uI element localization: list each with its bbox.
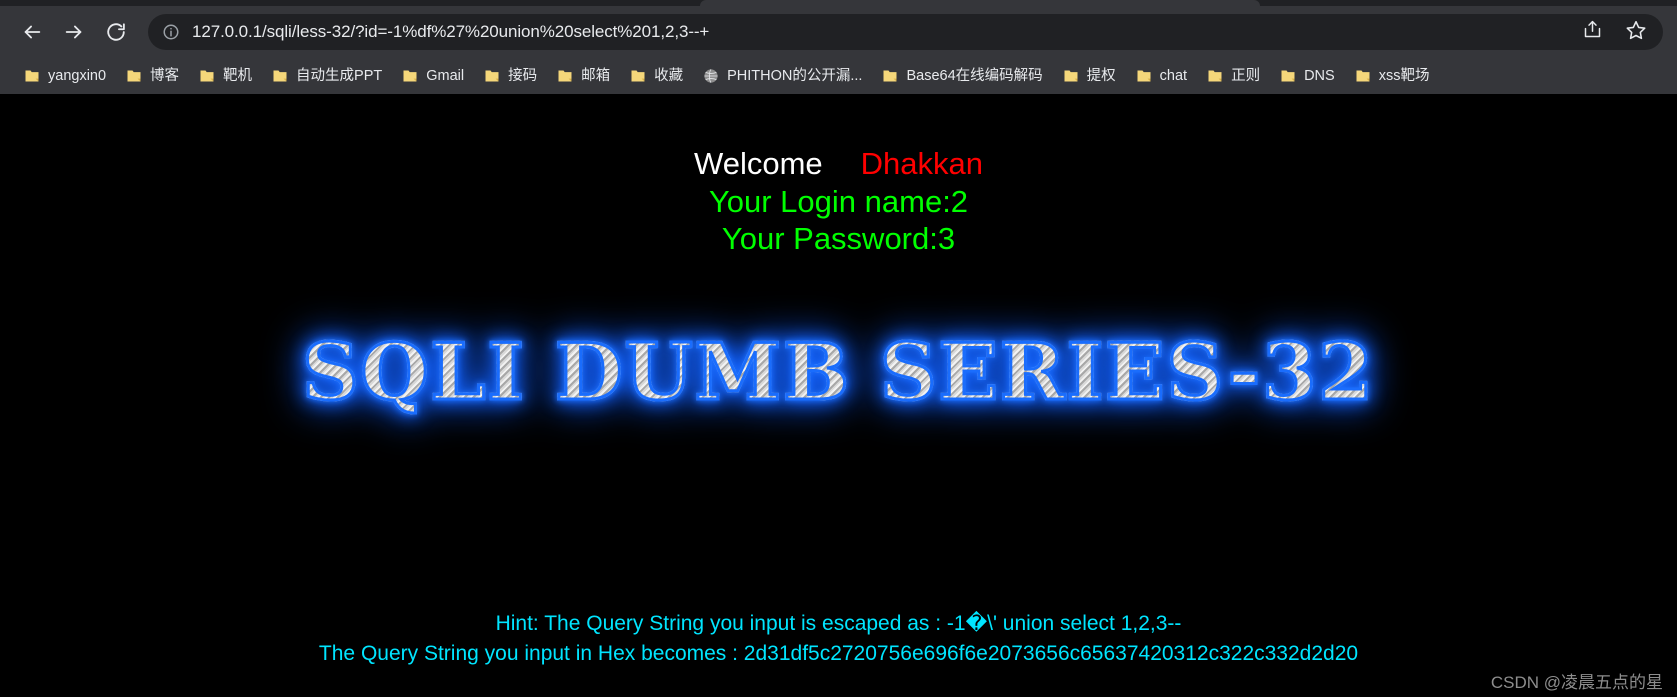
bookmark-label: 收藏 [654, 67, 684, 84]
browser-window: 127.0.0.1/sqli/less-32/?id=-1%df%27%20un… [0, 0, 1677, 697]
hint-block: Hint: The Query String you input is esca… [0, 609, 1677, 669]
reload-icon [105, 21, 127, 43]
bookmark-item[interactable]: 提权 [1053, 62, 1126, 90]
reload-button[interactable] [98, 14, 134, 50]
bookmark-label: 自动生成PPT [296, 67, 383, 84]
page-content: Welcome Dhakkan Your Login name:2 Your Pa… [0, 94, 1677, 697]
back-button[interactable] [14, 14, 50, 50]
welcome-user: Dhakkan [860, 146, 983, 181]
bookmark-label: 邮箱 [581, 67, 611, 84]
folder-icon [1355, 68, 1371, 84]
bookmark-label: DNS [1304, 67, 1335, 84]
hint-escaped-line: Hint: The Query String you input is esca… [495, 612, 1182, 636]
globe-icon [703, 68, 719, 84]
bookmark-item[interactable]: Base64在线编码解码 [872, 62, 1052, 90]
bookmark-item[interactable]: yangxin0 [14, 62, 116, 90]
folder-icon [24, 68, 40, 84]
folder-icon [1136, 68, 1152, 84]
folder-icon [557, 68, 573, 84]
bookmark-item[interactable]: 接码 [474, 62, 547, 90]
bookmark-label: PHITHON的公开漏... [727, 67, 863, 84]
welcome-row: Welcome Dhakkan [0, 146, 1677, 183]
bookmark-label: 靶机 [223, 67, 253, 84]
folder-icon [1207, 68, 1223, 84]
welcome-block: Welcome Dhakkan Your Login name:2 Your Pa… [0, 94, 1677, 257]
folder-icon [199, 68, 215, 84]
folder-icon [272, 68, 288, 84]
bookmark-label: chat [1159, 67, 1188, 84]
folder-icon [1280, 68, 1296, 84]
banner: SQLI DUMB SERIES-32 [0, 325, 1677, 437]
bookmark-label: Gmail [426, 67, 465, 84]
folder-icon [1063, 68, 1079, 84]
forward-button[interactable] [56, 14, 92, 50]
back-arrow-icon [21, 21, 43, 43]
bookmark-label: xss靶场 [1378, 67, 1430, 84]
bookmark-label: 接码 [508, 67, 538, 84]
tab-strip [0, 0, 1677, 6]
address-bar[interactable]: 127.0.0.1/sqli/less-32/?id=-1%df%27%20un… [148, 14, 1663, 50]
bookmark-item[interactable]: 博客 [116, 62, 189, 90]
bookmark-item[interactable]: Gmail [392, 62, 474, 90]
url-text[interactable]: 127.0.0.1/sqli/less-32/?id=-1%df%27%20un… [192, 22, 1570, 42]
password-line: Your Password:3 [721, 220, 956, 256]
bookmark-item[interactable]: 邮箱 [547, 62, 620, 90]
bookmark-label: 提权 [1086, 67, 1116, 84]
bookmark-item[interactable]: 靶机 [189, 62, 262, 90]
folder-icon [126, 68, 142, 84]
bookmark-star-icon[interactable] [1625, 19, 1647, 46]
bookmark-item[interactable]: chat [1126, 62, 1197, 90]
bookmark-label: 正则 [1231, 67, 1261, 84]
bookmark-item[interactable]: 正则 [1197, 62, 1270, 90]
site-info-icon[interactable] [162, 23, 180, 41]
login-name-line: Your Login name:2 [708, 183, 969, 219]
share-icon[interactable] [1582, 19, 1603, 45]
bookmark-item[interactable]: 自动生成PPT [262, 62, 392, 90]
folder-icon [402, 68, 418, 84]
bookmarks-bar: yangxin0 博客 靶机 自动生成PPT Gmail 接码 邮箱 收藏 PHITHON的公开… [0, 58, 1677, 94]
bookmark-label: yangxin0 [48, 67, 107, 84]
welcome-label: Welcome [694, 146, 823, 181]
bookmark-label: 博客 [150, 67, 180, 84]
bookmark-item[interactable]: DNS [1270, 62, 1345, 90]
folder-icon [630, 68, 646, 84]
folder-icon [484, 68, 500, 84]
bookmark-label: Base64在线编码解码 [906, 67, 1043, 84]
watermark: CSDN @凌晨五点的星 [1490, 673, 1663, 692]
bookmark-item[interactable]: 收藏 [620, 62, 693, 90]
bookmark-item[interactable]: PHITHON的公开漏... [693, 62, 872, 90]
browser-toolbar: 127.0.0.1/sqli/less-32/?id=-1%df%27%20un… [0, 6, 1677, 58]
banner-title: SQLI DUMB SERIES-32 [301, 325, 1375, 419]
hint-hex-line: The Query String you input in Hex become… [318, 642, 1359, 666]
folder-icon [882, 68, 898, 84]
bookmark-item[interactable]: xss靶场 [1345, 62, 1440, 90]
forward-arrow-icon [63, 21, 85, 43]
